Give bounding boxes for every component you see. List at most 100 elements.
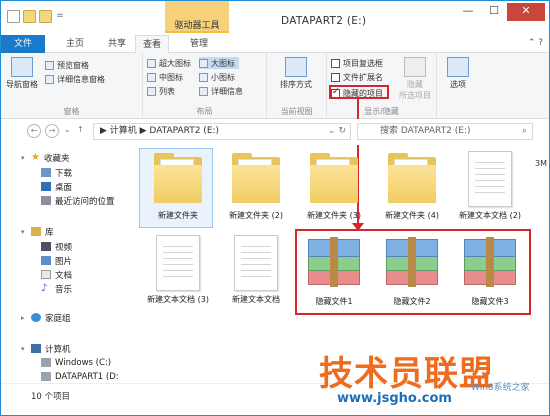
layout-group: 超大图标 大图标 中图标 小图标 列表 详细信息 布局	[143, 53, 267, 119]
window-controls: — ☐ ✕	[455, 3, 545, 21]
details-icon	[199, 86, 208, 96]
file-extensions-checkbox[interactable]	[331, 72, 340, 82]
watermark-sub: Win8系统之家	[471, 383, 530, 393]
small-icons-label: 小图标	[211, 72, 235, 82]
minimize-button[interactable]: —	[455, 3, 481, 21]
nav-drive-d[interactable]: DATAPART1 (D:	[41, 370, 119, 383]
tab-home[interactable]: 主页	[57, 35, 93, 53]
expand-icon[interactable]: ▸	[21, 314, 27, 322]
layout-medium-icons[interactable]: 中图标	[147, 71, 183, 83]
maximize-button[interactable]: ☐	[481, 3, 507, 21]
nav-favorites-label: 收藏夹	[43, 153, 70, 164]
file-item[interactable]: 新建文件夹	[143, 151, 213, 221]
layout-small-icons[interactable]: 小图标	[199, 71, 235, 83]
nav-recent[interactable]: 最近访问的位置	[41, 194, 115, 207]
address-bar[interactable]: ▶ 计算机 ▶ DATAPART2 (E:) ⌄ ↻	[93, 123, 351, 140]
layout-large-icons[interactable]: 大图标	[199, 57, 239, 69]
nav-drive-c[interactable]: Windows (C:)	[41, 356, 111, 369]
layout-list[interactable]: 列表	[147, 85, 175, 97]
nav-pictures[interactable]: 图片	[41, 254, 72, 267]
details-pane-label: 详细信息窗格	[57, 74, 105, 84]
tab-view[interactable]: 查看	[135, 35, 169, 53]
ribbon: 导航窗格 预览窗格 详细信息窗格 窗格 超大图标 大图标 中图标 小图标 列表 …	[1, 53, 549, 119]
preview-pane-label: 预览窗格	[57, 60, 89, 70]
drive-icon	[41, 358, 51, 367]
options-label: 选项	[450, 80, 466, 89]
file-name: 新建文本文档 (2)	[459, 211, 521, 220]
file-name: 新建文件夹 (4)	[385, 211, 439, 220]
expand-icon[interactable]: ▾	[21, 228, 27, 236]
tab-manage[interactable]: 管理	[179, 35, 219, 53]
navigation-pane-icon	[11, 57, 33, 77]
layout-xlarge-icons[interactable]: 超大图标	[147, 57, 191, 69]
tab-share[interactable]: 共享	[99, 35, 135, 53]
quick-access-toolbar: =	[7, 10, 65, 23]
layout-details[interactable]: 详细信息	[199, 85, 243, 97]
recent-locations-button[interactable]: ⌄	[64, 125, 71, 134]
up-button[interactable]: ↑	[77, 125, 84, 134]
library-icon	[31, 227, 41, 236]
search-input[interactable]: 搜索 DATAPART2 (E:) ⌕	[357, 123, 533, 140]
nav-videos-label: 视频	[55, 242, 73, 253]
explorer-window: = 驱动器工具 DATAPART2 (E:) — ☐ ✕ 文件 主页 共享 查看…	[0, 0, 550, 416]
address-row: ← → ⌄ ↑ ▶ 计算机 ▶ DATAPART2 (E:) ⌄ ↻ 搜索 DA…	[1, 119, 549, 145]
hide-selected-button[interactable]: 隐藏 所选项目	[395, 57, 435, 101]
file-item[interactable]: 新建文本文档 (2)	[455, 151, 525, 221]
tab-file[interactable]: 文件	[1, 35, 45, 53]
options-button[interactable]: 选项	[441, 57, 475, 90]
sort-by-button[interactable]: 排序方式	[279, 57, 313, 90]
details-pane-icon	[45, 74, 54, 84]
nav-pictures-label: 图片	[55, 256, 73, 267]
back-button[interactable]: ←	[27, 124, 41, 138]
nav-homegroup[interactable]: ▸ 家庭组	[21, 311, 71, 324]
video-icon	[41, 242, 51, 251]
hidden-files-highlight-box	[295, 229, 531, 315]
expand-icon[interactable]: ▾	[21, 154, 27, 162]
nav-music[interactable]: ♪ 音乐	[41, 282, 72, 295]
file-extensions-toggle[interactable]: 文件扩展名	[331, 71, 383, 83]
panes-group-label: 窗格	[63, 107, 80, 116]
file-item[interactable]: 新建文件夹 (3)	[299, 151, 369, 221]
nav-desktop-label: 桌面	[55, 182, 73, 193]
document-icon	[41, 270, 51, 279]
file-item[interactable]: 新建文件夹 (2)	[221, 151, 291, 221]
nav-recent-label: 最近访问的位置	[55, 196, 115, 207]
new-folder-icon[interactable]	[23, 10, 36, 23]
nav-downloads[interactable]: 下载	[41, 166, 72, 179]
nav-favorites[interactable]: ▾ ★ 收藏夹	[21, 151, 69, 164]
close-button[interactable]: ✕	[507, 3, 545, 21]
context-tab-group-label: 驱动器工具	[174, 21, 220, 31]
file-item[interactable]: 新建文本文档 (3)	[143, 235, 213, 305]
forward-button[interactable]: →	[45, 124, 59, 138]
small-icons-icon	[199, 72, 208, 82]
xlarge-icons-icon	[147, 58, 156, 68]
details-pane-button[interactable]: 详细信息窗格	[45, 73, 105, 85]
folder-icon[interactable]	[39, 10, 52, 23]
navigation-pane-button[interactable]: 导航窗格	[5, 57, 39, 90]
refresh-button[interactable]: ⌄ ↻	[328, 124, 346, 139]
nav-videos[interactable]: 视频	[41, 240, 72, 253]
nav-documents[interactable]: 文档	[41, 268, 72, 281]
hidden-items-highlight-box	[329, 85, 389, 99]
search-icon[interactable]: ⌕	[522, 124, 527, 139]
properties-icon[interactable]	[7, 10, 20, 23]
nav-computer[interactable]: ▾ 计算机	[21, 342, 71, 355]
panes-group: 导航窗格 预览窗格 详细信息窗格 窗格	[1, 53, 143, 119]
ribbon-help-button[interactable]: ⌃ ?	[528, 38, 543, 48]
file-item[interactable]: 新建文件夹 (4)	[377, 151, 447, 221]
nav-homegroup-label: 家庭组	[45, 313, 71, 324]
nav-libraries-label: 库	[45, 227, 54, 238]
download-icon	[41, 168, 51, 177]
qat-customize-button[interactable]: =	[55, 10, 65, 23]
nav-drive-c-label: Windows (C:)	[55, 357, 112, 368]
address-path: ▶ 计算机 ▶ DATAPART2 (E:)	[100, 126, 220, 136]
preview-pane-button[interactable]: 预览窗格	[45, 59, 89, 71]
layout-group-label: 布局	[196, 107, 213, 116]
item-checkboxes-toggle[interactable]: 项目复选框	[331, 57, 383, 69]
expand-icon[interactable]: ▾	[21, 345, 27, 353]
nav-libraries[interactable]: ▾ 库	[21, 225, 54, 238]
nav-desktop[interactable]: 桌面	[41, 180, 72, 193]
file-item[interactable]: 新建文本文档	[221, 235, 291, 305]
ribbon-tabs: 文件 主页 共享 查看 管理 ⌃ ?	[1, 35, 549, 53]
item-checkboxes-checkbox[interactable]	[331, 58, 340, 68]
